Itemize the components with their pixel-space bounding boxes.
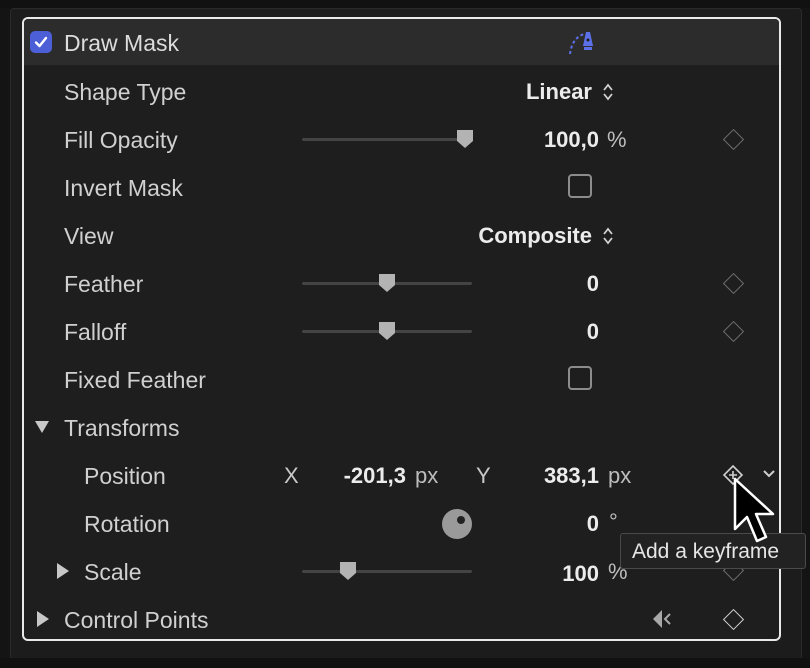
invert-mask-label: Invert Mask <box>64 175 183 201</box>
shape-type-label: Shape Type <box>64 79 187 105</box>
keyframe-diamond-icon[interactable] <box>722 320 745 343</box>
view-popup[interactable]: Composite <box>454 223 614 249</box>
fill-opacity-slider-thumb[interactable] <box>456 129 474 149</box>
position-x-unit: px <box>415 463 439 488</box>
scale-label: Scale <box>84 559 142 585</box>
scale-value[interactable]: 100 <box>562 561 599 587</box>
popup-stepper-icon <box>603 227 613 245</box>
rotation-label: Rotation <box>84 511 170 537</box>
fill-opacity-slider[interactable] <box>302 138 472 141</box>
top-strip <box>0 0 810 8</box>
invert-mask-checkbox[interactable] <box>568 174 592 198</box>
fill-opacity-value[interactable]: 100,0 <box>544 127 599 153</box>
scale-slider[interactable] <box>302 570 472 573</box>
bottom-strip <box>0 658 810 668</box>
fixed-feather-checkbox[interactable] <box>568 366 592 390</box>
fill-opacity-unit: % <box>607 127 627 152</box>
draw-mask-header: Draw Mask <box>24 19 779 65</box>
shape-type-popup[interactable]: Linear <box>504 79 614 105</box>
position-row: Position X -201,3 px Y 383,1 px <box>24 451 779 499</box>
rotation-dial[interactable] <box>441 508 473 540</box>
falloff-label: Falloff <box>64 319 127 345</box>
invert-mask-row: Invert Mask <box>24 163 779 211</box>
keyframe-nav-icon[interactable] <box>650 608 674 630</box>
feather-slider-thumb[interactable] <box>378 273 396 293</box>
keyframe-diamond-icon[interactable] <box>722 608 745 631</box>
view-row: View Composite <box>24 211 779 259</box>
position-y-value[interactable]: 383,1 <box>544 463 599 489</box>
shape-type-value: Linear <box>525 79 592 104</box>
shape-type-row: Shape Type Linear <box>24 67 779 115</box>
fixed-feather-label: Fixed Feather <box>64 367 206 393</box>
scale-slider-thumb[interactable] <box>339 561 357 581</box>
control-points-label: Control Points <box>64 607 209 633</box>
transforms-row[interactable]: Transforms <box>24 403 779 451</box>
checkmark-icon <box>34 36 48 48</box>
fill-opacity-row: Fill Opacity 100,0 % <box>24 115 779 163</box>
control-points-row: Control Points <box>24 595 779 639</box>
keyframe-diamond-icon[interactable] <box>722 272 745 295</box>
feather-label: Feather <box>64 271 144 297</box>
pen-mask-icon[interactable] <box>568 28 598 56</box>
disclosure-collapsed-icon[interactable] <box>36 610 50 628</box>
popup-stepper-icon <box>603 83 613 101</box>
fill-opacity-label: Fill Opacity <box>64 127 178 153</box>
disclosure-collapsed-icon[interactable] <box>56 562 70 580</box>
transforms-label: Transforms <box>64 415 180 441</box>
falloff-value[interactable]: 0 <box>587 319 599 345</box>
position-y-unit: px <box>608 463 632 488</box>
position-y-label: Y <box>476 463 491 488</box>
keyframe-diamond-icon[interactable] <box>722 128 745 151</box>
draw-mask-title: Draw Mask <box>64 30 180 56</box>
position-x-label: X <box>284 463 299 488</box>
feather-value[interactable]: 0 <box>587 271 599 297</box>
rotation-value[interactable]: 0 <box>587 511 599 537</box>
position-x-value[interactable]: -201,3 <box>344 463 406 489</box>
falloff-slider-thumb[interactable] <box>378 321 396 341</box>
position-label: Position <box>84 463 166 489</box>
falloff-row: Falloff 0 <box>24 307 779 355</box>
disclosure-expanded-icon[interactable] <box>34 420 50 434</box>
feather-row: Feather 0 <box>24 259 779 307</box>
mouse-pointer-icon <box>733 477 775 543</box>
view-label: View <box>64 223 114 249</box>
draw-mask-enable-checkbox[interactable] <box>30 31 52 53</box>
rotation-unit: ° <box>609 509 618 534</box>
view-value: Composite <box>478 223 592 248</box>
fixed-feather-row: Fixed Feather <box>24 355 779 403</box>
